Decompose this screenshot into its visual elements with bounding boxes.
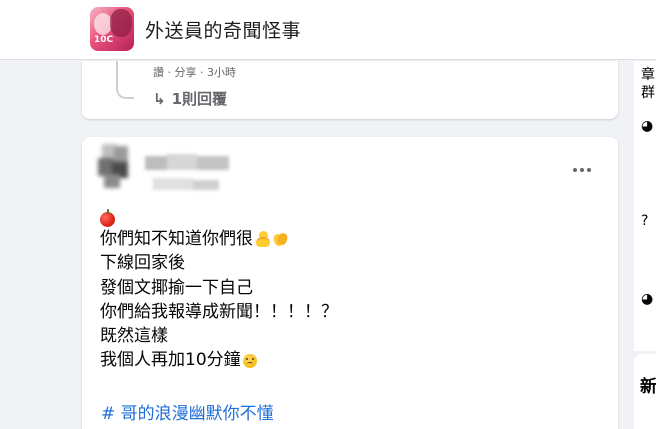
blur-block — [193, 180, 219, 190]
sidebar-icon-fragment: ? — [641, 213, 649, 229]
view-replies-button[interactable]: ↳ 1則回覆 — [153, 88, 227, 109]
more-icon-dot — [587, 168, 591, 172]
post-line: 你們給我報導成新聞！！！！？ — [100, 300, 338, 324]
post-line-text: 既然這樣 — [100, 326, 168, 347]
sidebar-text-fragment: 章 — [641, 67, 655, 83]
reply-arrow-icon: ↳ — [153, 89, 166, 108]
group-title[interactable]: 外送員的奇聞怪事 — [145, 16, 301, 43]
post-line — [100, 209, 338, 227]
frowning-face-icon — [242, 353, 257, 368]
post-line: 發個文揶揄一下自己 — [100, 276, 338, 300]
post-text: 你們知不知道你們很 下線回家後 發個文揶揄一下自己 你們給我報導成新聞！！！！？… — [100, 209, 338, 373]
avatar-logo-text: 10C — [94, 35, 114, 45]
post-line: 下線回家後 — [100, 251, 338, 275]
post-line-text: 下線回家後 — [100, 253, 185, 274]
right-sidebar-card — [634, 61, 656, 351]
post-line: 你們知不知道你們很 — [100, 227, 338, 251]
blur-block — [104, 174, 120, 188]
blur-block — [153, 178, 193, 190]
clapping-hands-icon — [272, 231, 289, 248]
baby-chick-icon — [256, 231, 270, 248]
sidebar-heading-fragment: 新 — [640, 377, 656, 397]
post-line: 我個人再加10分鐘 — [100, 348, 338, 372]
blurred-author-avatar[interactable] — [96, 144, 136, 190]
comment-actions[interactable]: 讚 · 分享 · 3小時 — [153, 64, 236, 80]
post-options-button[interactable] — [568, 158, 596, 182]
view-replies-label: 1則回覆 — [171, 90, 228, 108]
blurred-author-name[interactable] — [145, 150, 235, 194]
post-line-text: 你們知不知道你們很 — [100, 229, 253, 249]
post-line: 既然這樣 — [100, 324, 338, 348]
blur-block — [197, 156, 229, 170]
sidebar-icon-fragment: ◕ — [641, 291, 654, 307]
blur-block — [145, 156, 167, 170]
more-icon-dot — [580, 168, 584, 172]
hashtag-link[interactable]: # 哥的浪漫幽默你不懂 — [101, 399, 274, 424]
post-line-text: 發個文揶揄一下自己 — [100, 277, 253, 298]
group-avatar[interactable]: 10C — [90, 7, 134, 51]
post-line-text: 你們給我報導成新聞！！！！？ — [100, 301, 338, 322]
more-icon-dot — [573, 168, 577, 172]
post-line-text: 我個人再加10分鐘 — [100, 350, 241, 371]
sidebar-icon-fragment: ◕ — [641, 118, 654, 134]
comment-thread-line — [116, 61, 134, 99]
avatar-image-part — [110, 9, 132, 37]
apple-icon — [100, 209, 115, 227]
sidebar-text-fragment: 群 — [641, 85, 655, 101]
blur-block — [167, 154, 197, 170]
